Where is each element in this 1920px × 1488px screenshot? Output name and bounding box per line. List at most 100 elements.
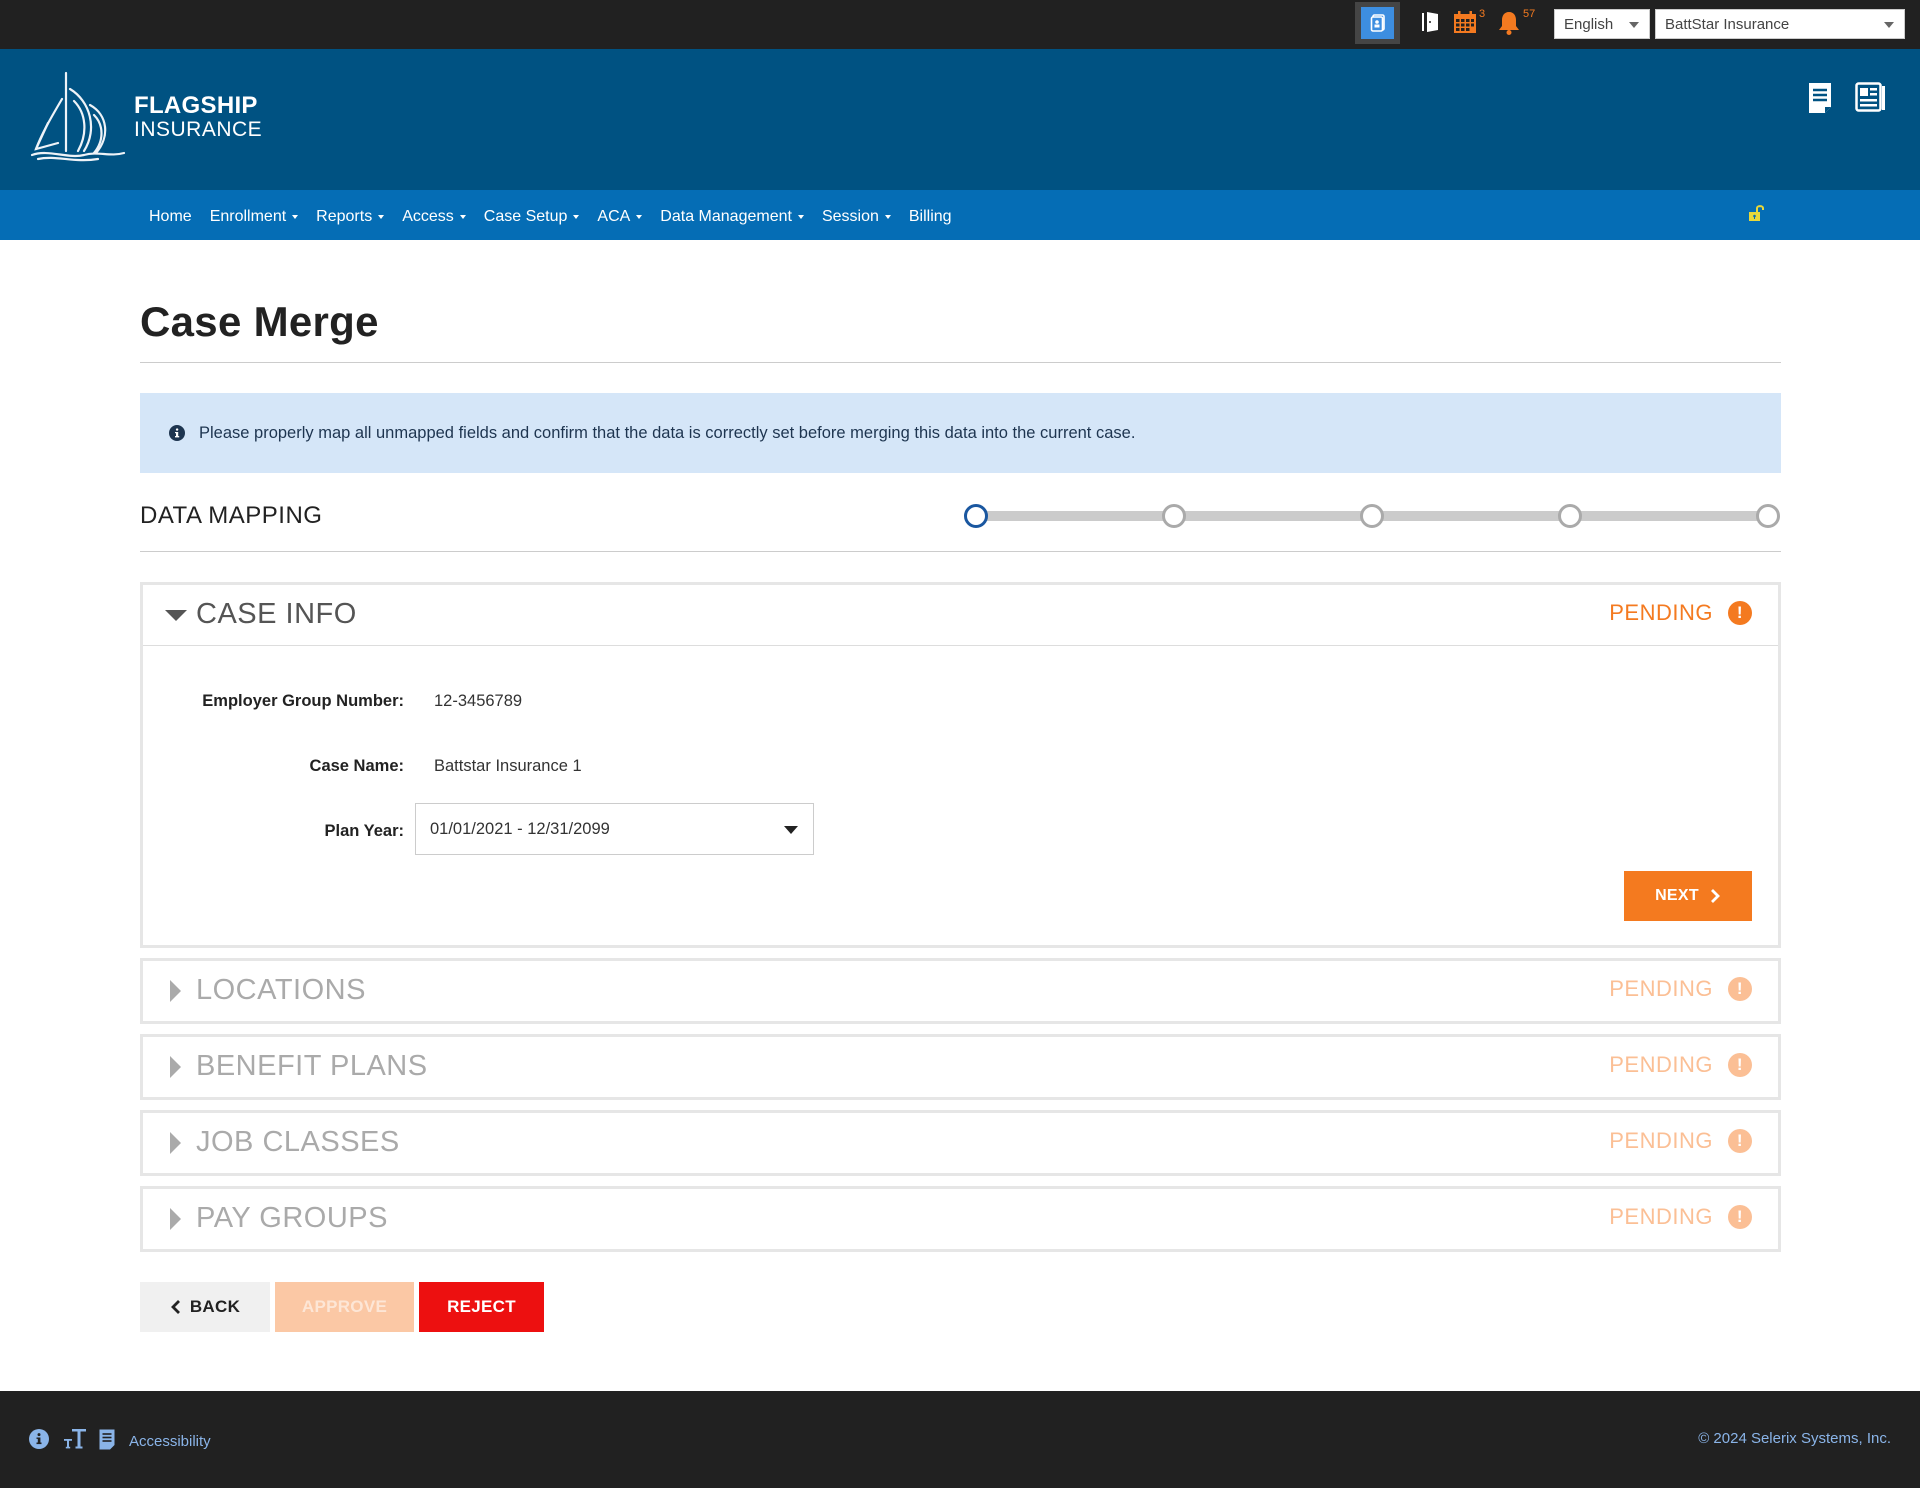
status-text: PENDING — [1609, 600, 1713, 625]
chevron-left-icon — [170, 1300, 180, 1314]
field-plan-year: Plan Year: — [143, 822, 405, 841]
caret-down-icon — [292, 215, 299, 219]
field-label: Plan Year: — [324, 822, 405, 840]
status-text: PENDING — [1609, 1204, 1713, 1229]
document-button[interactable] — [1808, 82, 1832, 119]
panel-header[interactable]: BENEFIT PLANS PENDING ! — [143, 1037, 1778, 1097]
caret-down-icon — [884, 215, 891, 219]
caret-right-icon — [170, 1208, 181, 1230]
language-select[interactable]: English — [1554, 9, 1650, 39]
logo[interactable]: FLAGSHIP INSURANCE — [28, 71, 262, 163]
step-5[interactable] — [1756, 504, 1780, 528]
main-nav: Home Enrollment Reports Access Case Setu… — [0, 190, 1920, 240]
caret-right-icon — [170, 1056, 181, 1078]
panel-header[interactable]: LOCATIONS PENDING ! — [143, 961, 1778, 1021]
nav-session[interactable]: Session — [813, 208, 900, 226]
panel-benefit-plans: BENEFIT PLANS PENDING ! — [140, 1034, 1781, 1100]
logout-door-button[interactable] — [1420, 10, 1442, 40]
calendar-button[interactable]: 3 — [1453, 8, 1485, 40]
newsletter-button[interactable] — [1855, 82, 1887, 117]
nav-label: Reports — [316, 208, 373, 225]
field-label: Employer Group Number: — [202, 692, 404, 710]
nav-data-management[interactable]: Data Management — [651, 208, 813, 226]
nav-billing[interactable]: Billing — [900, 208, 961, 226]
next-label: NEXT — [1655, 887, 1699, 904]
step-2[interactable] — [1162, 504, 1186, 528]
language-value: English — [1564, 16, 1614, 33]
notifications-button[interactable]: 57 — [1497, 8, 1536, 40]
door-icon — [1422, 12, 1438, 32]
notifications-badge: 57 — [1523, 8, 1536, 20]
site-footer: Accessibility © 2024 Selerix Systems, In… — [0, 1391, 1920, 1488]
accessibility-link[interactable]: Accessibility — [129, 1433, 211, 1450]
info-icon — [29, 1429, 49, 1449]
panel-header[interactable]: JOB CLASSES PENDING ! — [143, 1113, 1778, 1173]
exclamation-icon: ! — [1728, 1053, 1752, 1077]
panel-pay-groups: PAY GROUPS PENDING ! — [140, 1186, 1781, 1252]
text-size-button[interactable] — [63, 1428, 87, 1455]
nav-label: Session — [821, 208, 879, 225]
back-button[interactable]: BACK — [140, 1282, 270, 1332]
nav-label: Enrollment — [209, 208, 287, 225]
nav-case-setup[interactable]: Case Setup — [475, 208, 589, 226]
field-employer-group-number: Employer Group Number: 12-3456789 — [143, 692, 522, 711]
approve-label: APPROVE — [301, 1297, 388, 1316]
text-size-icon — [64, 1429, 86, 1449]
page-title: Case Merge — [140, 298, 379, 345]
document-button[interactable] — [99, 1429, 115, 1455]
nav-access[interactable]: Access — [393, 208, 475, 226]
nav-reports[interactable]: Reports — [307, 208, 393, 226]
panel-case-info: CASE INFO PENDING ! Employer Group Numbe… — [140, 582, 1781, 948]
nav-label: Case Setup — [483, 208, 568, 225]
status-text: PENDING — [1609, 976, 1713, 1001]
step-1[interactable] — [964, 504, 988, 528]
status-badge: PENDING ! — [1609, 976, 1752, 1002]
reject-button[interactable]: REJECT — [419, 1282, 544, 1332]
alert-message: Please properly map all unmapped fields … — [199, 423, 1136, 442]
unlock-button[interactable] — [1748, 204, 1766, 227]
caret-right-icon — [170, 1132, 181, 1154]
field-value: Battstar Insurance 1 — [434, 757, 582, 775]
caret-down-icon — [797, 215, 804, 219]
step-3[interactable] — [1360, 504, 1384, 528]
panel-title: CASE INFO — [196, 598, 357, 630]
next-button[interactable]: NEXT — [1624, 871, 1752, 921]
company-select[interactable]: BattStar Insurance — [1655, 9, 1905, 39]
field-case-name: Case Name: Battstar Insurance 1 — [143, 757, 582, 776]
reject-label: REJECT — [447, 1297, 516, 1316]
info-button[interactable] — [29, 1429, 49, 1454]
info-icon — [169, 425, 185, 441]
approve-button[interactable]: APPROVE — [275, 1282, 414, 1332]
caret-down-icon — [165, 610, 187, 621]
panel-header[interactable]: PAY GROUPS PENDING ! — [143, 1189, 1778, 1249]
site-header: FLAGSHIP INSURANCE — [0, 49, 1920, 190]
status-text: PENDING — [1609, 1128, 1713, 1153]
chevron-right-icon — [1710, 889, 1720, 903]
company-value: BattStar Insurance — [1665, 16, 1790, 33]
nav-enrollment[interactable]: Enrollment — [201, 208, 307, 226]
document-icon — [1809, 83, 1831, 113]
caret-right-icon — [170, 980, 181, 1002]
nav-home[interactable]: Home — [140, 208, 201, 226]
progress-stepper — [964, 502, 1782, 528]
panel-locations: LOCATIONS PENDING ! — [140, 958, 1781, 1024]
divider — [140, 551, 1781, 552]
panel-job-classes: JOB CLASSES PENDING ! — [140, 1110, 1781, 1176]
contact-card-button[interactable] — [1355, 2, 1400, 44]
caret-down-icon — [378, 215, 385, 219]
exclamation-icon: ! — [1728, 1129, 1752, 1153]
nav-label: Billing — [908, 208, 952, 225]
info-alert: Please properly map all unmapped fields … — [140, 393, 1781, 473]
divider — [140, 362, 1781, 363]
bell-icon — [1499, 12, 1519, 35]
panel-header[interactable]: CASE INFO PENDING ! — [143, 585, 1778, 645]
field-label: Case Name: — [309, 757, 404, 775]
status-badge: PENDING ! — [1609, 1204, 1752, 1230]
nav-label: ACA — [597, 208, 631, 225]
exclamation-icon: ! — [1728, 601, 1752, 625]
step-4[interactable] — [1558, 504, 1582, 528]
status-text: PENDING — [1609, 1052, 1713, 1077]
nav-aca[interactable]: ACA — [588, 208, 651, 226]
nav-label: Data Management — [660, 208, 792, 225]
plan-year-select[interactable]: 01/01/2021 - 12/31/2099 — [415, 803, 814, 855]
